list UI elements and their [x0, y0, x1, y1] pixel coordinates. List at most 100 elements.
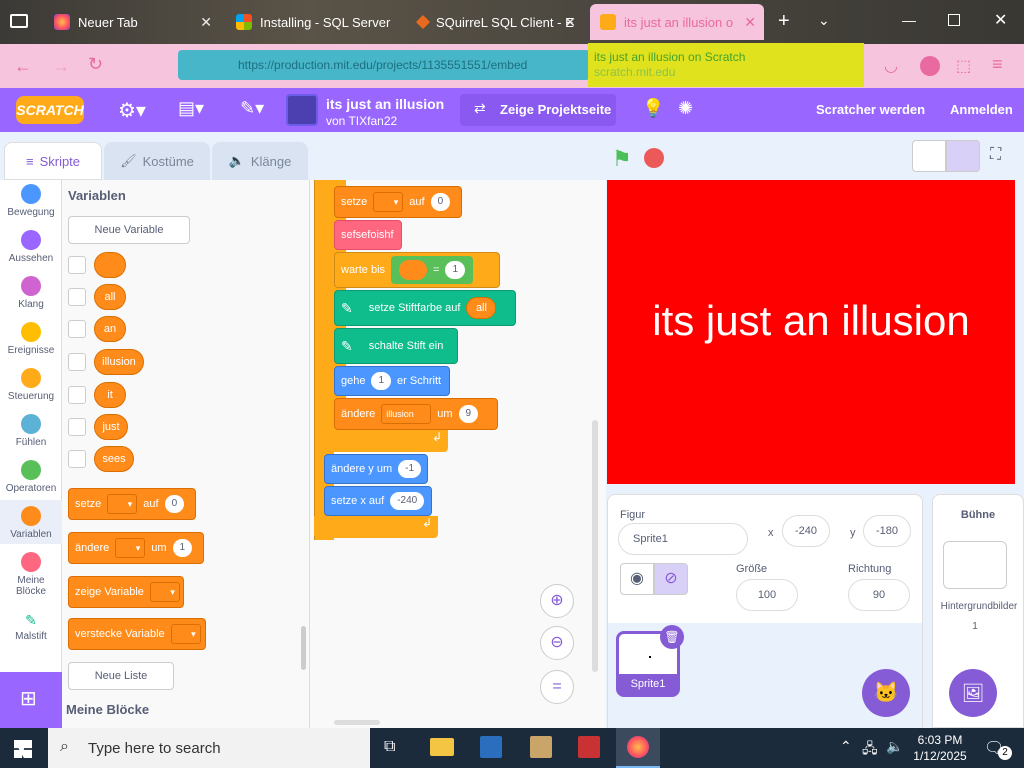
value-input[interactable]: 9: [458, 405, 479, 423]
workspace-hscrollbar[interactable]: [334, 720, 380, 725]
category-my-blocks[interactable]: Meine Blöcke: [0, 552, 62, 597]
backdrop-thumbnail[interactable]: [943, 541, 1007, 589]
size-field[interactable]: 100: [736, 579, 798, 611]
variable-dropdown[interactable]: ▾: [149, 582, 180, 602]
category-operators[interactable]: Operatoren: [0, 460, 62, 494]
set-variable-block[interactable]: setze ▾ auf 0: [68, 488, 196, 520]
new-tab-icon[interactable]: +: [778, 10, 790, 33]
firefox-taskbar-icon[interactable]: [616, 728, 660, 768]
variable-dropdown[interactable]: illusion: [381, 404, 432, 424]
close-icon[interactable]: ✕: [564, 14, 576, 31]
hide-variable-block[interactable]: verstecke Variable ▾: [68, 618, 206, 650]
show-variable-block[interactable]: zeige Variable ▾: [68, 576, 184, 608]
fullscreen-icon[interactable]: ⛶: [990, 146, 1001, 164]
app-icon-3[interactable]: [578, 736, 600, 758]
category-sound[interactable]: Klang: [0, 276, 62, 310]
wait-until-block[interactable]: warte bis = 1: [334, 252, 500, 288]
set-x-block[interactable]: setze x auf -240: [324, 486, 432, 516]
variable-checkbox[interactable]: [68, 256, 86, 274]
maximize-icon[interactable]: [948, 14, 960, 26]
value-input[interactable]: -240: [390, 492, 425, 510]
chevron-down-icon[interactable]: ⌄: [818, 12, 830, 29]
volume-icon[interactable]: 🔈: [886, 738, 903, 755]
equals-operator[interactable]: = 1: [391, 256, 474, 284]
stage-canvas[interactable]: its just an illusion: [607, 180, 1015, 484]
clock-date[interactable]: 1/12/2025: [912, 749, 968, 763]
delete-sprite-icon[interactable]: 🗑: [660, 625, 684, 649]
clock-time[interactable]: 6:03 PM: [916, 733, 964, 747]
set-pen-color-block[interactable]: ✎ setze Stiftfarbe auf all: [334, 290, 516, 326]
move-steps-block[interactable]: gehe 1 er Schritt: [334, 366, 450, 396]
change-variable-block[interactable]: ändere ▾ um 1: [68, 532, 204, 564]
join-scratch-link[interactable]: Scratcher werden: [816, 102, 925, 117]
add-sprite-icon[interactable]: 🐱: [862, 669, 910, 717]
value-input[interactable]: 1: [371, 372, 392, 390]
new-variable-button[interactable]: Neue Variable: [68, 216, 190, 244]
tab-new-tab[interactable]: Neuer Tab ✕: [44, 4, 220, 40]
value-input[interactable]: 1: [172, 539, 193, 557]
variable-reporter[interactable]: all: [94, 284, 126, 310]
category-motion[interactable]: Bewegung: [0, 184, 62, 218]
zoom-reset-icon[interactable]: =: [540, 670, 574, 704]
sprite-name-field[interactable]: Sprite1: [618, 523, 748, 555]
scratch-logo[interactable]: SCRATCH: [16, 96, 84, 124]
project-title[interactable]: its just an illusion: [326, 96, 444, 112]
variable-dropdown[interactable]: ▾: [115, 538, 146, 558]
variable-checkbox[interactable]: [68, 320, 86, 338]
tab-costumes[interactable]: 🖌 Kostüme: [104, 142, 210, 180]
url-field[interactable]: https://production.mit.edu/projects/1135…: [178, 50, 590, 80]
see-project-page-button[interactable]: ⇄ Zeige Projektseite: [460, 94, 616, 126]
small-stage-icon[interactable]: [912, 140, 946, 172]
script-workspace[interactable]: setze ▾ auf 0 sefsefoishf warte bis = 1 …: [310, 180, 606, 728]
forward-icon[interactable]: →: [52, 56, 70, 77]
variable-checkbox[interactable]: [68, 288, 86, 306]
variable-checkbox[interactable]: [68, 386, 86, 404]
close-icon[interactable]: ✕: [200, 14, 212, 31]
tab-sql-server[interactable]: Installing - SQL Server: [226, 4, 402, 40]
close-window-icon[interactable]: ✕: [994, 10, 1007, 30]
file-menu-icon[interactable]: ▤▾: [178, 98, 204, 119]
value-input[interactable]: 0: [164, 495, 185, 513]
workspace-vscrollbar[interactable]: [592, 420, 598, 672]
normal-stage-icon[interactable]: [946, 140, 980, 172]
taskbar-search-input[interactable]: ⌕ Type here to search: [48, 728, 370, 768]
green-flag-icon[interactable]: ⚑: [612, 146, 632, 172]
edit-menu-icon[interactable]: ✎▾: [240, 98, 264, 119]
stop-icon[interactable]: [644, 148, 664, 168]
pen-down-block[interactable]: ✎ schalte Stift ein: [334, 328, 458, 364]
tab-scratch-active[interactable]: its just an illusion on ✕: [590, 4, 764, 40]
stage-selector-panel[interactable]: Bühne Hintergrundbilder 1 🖼: [932, 494, 1024, 728]
show-sprite-toggle[interactable]: ◉: [620, 563, 654, 595]
set-variable-block[interactable]: setze ▾ auf 0: [334, 186, 462, 218]
y-field[interactable]: -180: [863, 515, 911, 547]
value-input[interactable]: 0: [430, 193, 451, 211]
debug-bug-icon[interactable]: ✺: [678, 98, 693, 119]
category-sensing[interactable]: Fühlen: [0, 414, 62, 448]
category-control[interactable]: Steuerung: [0, 368, 62, 402]
hide-sprite-toggle[interactable]: ⊘: [654, 563, 688, 595]
new-list-button[interactable]: Neue Liste: [68, 662, 174, 690]
variable-reporter[interactable]: [399, 260, 428, 280]
variable-checkbox[interactable]: [68, 450, 86, 468]
back-icon[interactable]: ←: [14, 56, 32, 77]
variable-dropdown[interactable]: ▾: [107, 494, 138, 514]
change-variable-block[interactable]: ändere illusion um 9: [334, 398, 498, 430]
tab-code[interactable]: ≡ Skripte: [4, 142, 102, 180]
add-extension-button[interactable]: ⊞: [0, 672, 62, 728]
settings-gear-icon[interactable]: ⚙▾: [118, 98, 146, 123]
variable-reporter[interactable]: illusion: [94, 349, 144, 375]
variable-checkbox[interactable]: [68, 353, 86, 371]
variable-reporter[interactable]: an: [94, 316, 126, 342]
pocket-icon[interactable]: ◡: [884, 56, 898, 76]
task-view-icon[interactable]: ⧉: [384, 738, 395, 756]
variable-reporter[interactable]: it: [94, 382, 126, 408]
direction-field[interactable]: 90: [848, 579, 910, 611]
close-icon[interactable]: ✕: [744, 14, 756, 31]
category-looks[interactable]: Aussehen: [0, 230, 62, 264]
windows-start-icon[interactable]: [14, 740, 32, 758]
add-backdrop-icon[interactable]: 🖼: [949, 669, 997, 717]
category-pen[interactable]: ✎ Malstift: [0, 612, 62, 642]
variable-reporter[interactable]: [94, 252, 126, 278]
change-y-block[interactable]: ändere y um -1: [324, 454, 428, 484]
category-events[interactable]: Ereignisse: [0, 322, 62, 356]
